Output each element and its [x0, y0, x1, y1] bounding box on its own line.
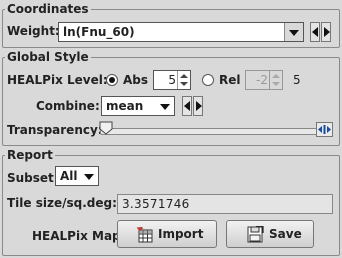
chevron-down-icon [84, 174, 94, 180]
healpix-map-label: HEALPix Map: [32, 229, 126, 243]
save-icon [247, 225, 264, 246]
combine-combo[interactable]: mean [101, 96, 175, 116]
weight-next-button[interactable] [321, 22, 331, 42]
rel-level-spinner: -2 [245, 70, 283, 90]
save-label: Save [269, 227, 302, 241]
chevron-down-icon [289, 30, 299, 36]
abs-level-spinner[interactable]: 5 [153, 70, 191, 90]
radio-selected-dot [109, 77, 115, 83]
abs-level-arrows[interactable] [177, 71, 190, 89]
combine-value: mean [106, 99, 144, 113]
arrow-right-icon [324, 27, 330, 37]
rel-level-arrows [269, 71, 282, 89]
subset-combo[interactable]: All [55, 166, 99, 186]
spin-up-icon [180, 74, 188, 78]
weight-label: Weight: [7, 24, 60, 38]
transparency-slider-thumb[interactable] [99, 121, 113, 135]
spin-down-icon [272, 82, 280, 86]
abs-radio[interactable] [106, 74, 118, 86]
weight-combo[interactable]: ln(Fnu_60) [58, 22, 304, 42]
weight-dropdown-button[interactable] [284, 23, 303, 41]
save-button[interactable]: Save [226, 220, 314, 248]
abs-label[interactable]: Abs [123, 73, 148, 87]
combine-dropdown-button[interactable] [156, 97, 174, 115]
table-import-icon [137, 225, 153, 246]
spin-up-icon [272, 74, 280, 78]
global-style-legend: Global Style [7, 50, 89, 64]
effective-level-value: 5 [293, 73, 301, 87]
tile-size-value: 3.3571746 [122, 197, 190, 211]
healpix-level-label: HEALPix Level: [7, 73, 108, 87]
tile-size-label: Tile size/sq.deg: [7, 196, 117, 210]
tile-size-field: 3.3571746 [117, 194, 333, 214]
fit-width-icon [318, 124, 331, 138]
transparency-slider-track[interactable] [100, 128, 332, 135]
combine-next-button[interactable] [193, 96, 203, 116]
import-label: Import [158, 227, 204, 241]
spin-down-icon [180, 82, 188, 86]
rel-label[interactable]: Rel [219, 73, 241, 87]
chevron-down-icon [160, 104, 170, 110]
weight-previous-button[interactable] [310, 22, 320, 42]
combine-previous-button[interactable] [182, 96, 192, 116]
subset-dropdown-button[interactable] [80, 167, 98, 185]
subset-value: All [60, 169, 78, 183]
import-button[interactable]: Import [117, 220, 217, 248]
coordinates-legend: Coordinates [7, 2, 89, 16]
rel-level-value: -2 [256, 73, 268, 87]
transparency-label: Transparency: [7, 123, 103, 137]
report-legend: Report [7, 148, 53, 162]
weight-value: ln(Fnu_60) [63, 25, 135, 39]
arrow-right-icon [196, 101, 202, 111]
rel-radio[interactable] [202, 74, 214, 86]
combine-label: Combine: [36, 99, 100, 113]
abs-level-value: 5 [168, 73, 176, 87]
transparency-reset-button[interactable] [316, 122, 333, 137]
subset-label: Subset: [7, 171, 59, 185]
arrow-left-icon [184, 101, 190, 111]
arrow-left-icon [312, 27, 318, 37]
